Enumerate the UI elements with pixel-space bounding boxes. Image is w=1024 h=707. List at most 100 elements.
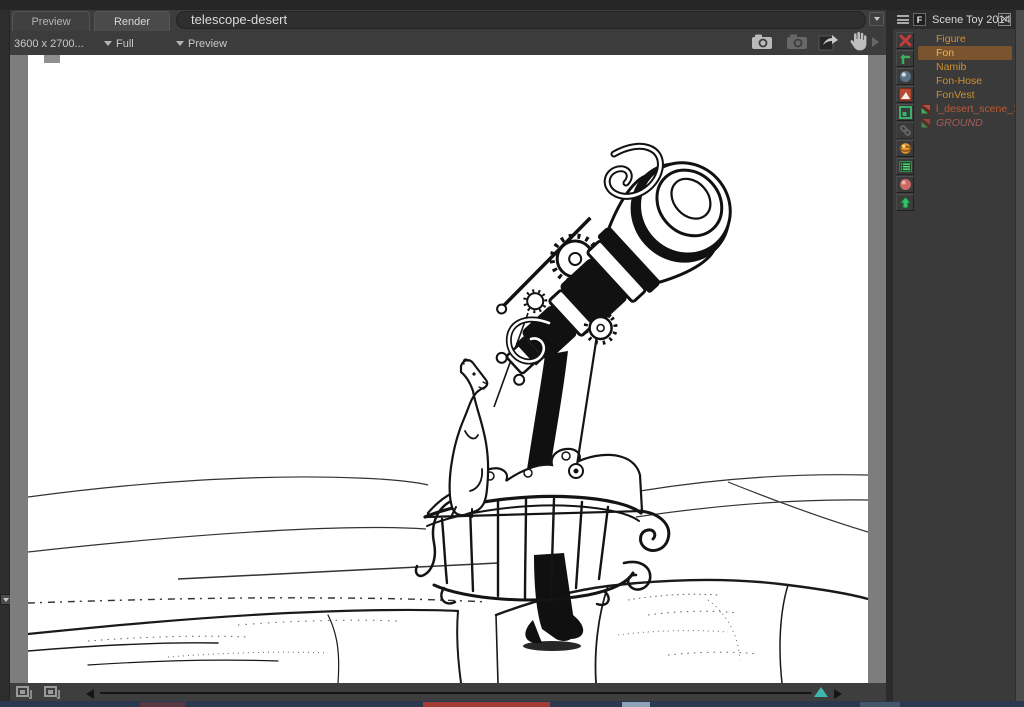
tool-arrow-up-button[interactable] bbox=[896, 194, 914, 211]
right-dock-strip bbox=[1015, 10, 1024, 701]
tool-sphere-ring-button[interactable] bbox=[896, 140, 914, 157]
scene-tool-column bbox=[894, 32, 917, 212]
canvas-corner-box bbox=[44, 55, 60, 63]
delete-x-icon bbox=[899, 34, 912, 47]
camera-disabled-icon bbox=[786, 33, 808, 50]
scene-item-desert-scene[interactable]: l_desert_scene_1 bbox=[918, 102, 1012, 116]
taskbar-segment-red-dim bbox=[140, 702, 185, 707]
corner-arrow-icon bbox=[899, 52, 912, 65]
tool-list-button[interactable] bbox=[896, 158, 914, 175]
window-shadow bbox=[57, 690, 60, 699]
preview-mode-dropdown[interactable]: Preview bbox=[176, 37, 227, 50]
chevron-down-icon bbox=[874, 17, 880, 21]
render-camera-button[interactable] bbox=[750, 31, 774, 51]
scene-item-label: FonVest bbox=[936, 89, 975, 101]
toolbar-next-arrow[interactable] bbox=[872, 37, 879, 47]
close-icon[interactable]: ✕ bbox=[998, 13, 1011, 26]
scene-item-label: Fon bbox=[936, 47, 954, 59]
layout-single-view-button[interactable] bbox=[16, 686, 33, 699]
scene-item-namib[interactable]: Namib bbox=[918, 60, 1012, 74]
canvas-left-scroll-strip[interactable] bbox=[10, 55, 28, 683]
tab-preview-label: Preview bbox=[31, 16, 70, 28]
actor-ball-icon bbox=[921, 62, 931, 72]
image-mountain-icon bbox=[899, 88, 912, 101]
tool-link-button-disabled bbox=[896, 122, 914, 139]
frame-icon bbox=[899, 106, 912, 119]
tab-render-label: Render bbox=[114, 16, 150, 28]
window-dropdown-icon bbox=[44, 686, 57, 697]
tool-delete-button[interactable] bbox=[896, 32, 914, 49]
resolution-label: 3600 x 2700... bbox=[14, 37, 84, 50]
scene-item-fon-hose[interactable]: Fon-Hose bbox=[918, 74, 1012, 88]
foreground-rocks bbox=[28, 580, 868, 683]
window-top-strip bbox=[0, 0, 1024, 10]
meerkat-creature bbox=[416, 359, 488, 576]
export-button[interactable] bbox=[816, 31, 840, 51]
actor-ball-icon bbox=[921, 34, 931, 44]
taskbar-segment-light bbox=[622, 702, 650, 707]
tool-image-button[interactable] bbox=[896, 86, 914, 103]
desert-dunes bbox=[28, 475, 868, 603]
scene-panel: F Scene Toy 2014 ✕ bbox=[893, 10, 1015, 701]
sphere-ring-icon bbox=[899, 142, 912, 155]
zoom-mode-label: Full bbox=[116, 38, 134, 50]
image-plane-dim-icon bbox=[921, 118, 931, 128]
chevron-down-icon bbox=[176, 41, 184, 46]
link-icon bbox=[899, 124, 912, 137]
tab-render[interactable]: Render bbox=[94, 11, 170, 31]
prop-disc-icon bbox=[921, 76, 931, 86]
chevron-down-icon bbox=[104, 41, 112, 46]
window-icon bbox=[16, 686, 29, 697]
scene-item-fon[interactable]: Fon bbox=[918, 46, 1012, 60]
render-artwork bbox=[28, 55, 868, 683]
image-plane-icon bbox=[921, 104, 931, 114]
window-shadow bbox=[29, 690, 32, 699]
app-f-icon: F bbox=[913, 13, 926, 26]
scroll-right-arrow[interactable] bbox=[834, 689, 842, 699]
camera-icon bbox=[751, 33, 773, 50]
panel-divider[interactable] bbox=[886, 10, 893, 701]
scene-item-label: l_desert_scene_1 bbox=[936, 103, 1019, 115]
scene-item-fonvest[interactable]: FonVest bbox=[918, 88, 1012, 102]
scene-item-label: Fon-Hose bbox=[936, 75, 982, 87]
chevron-down-icon bbox=[3, 598, 9, 602]
scroll-left-arrow[interactable] bbox=[86, 689, 94, 699]
scene-item-figure[interactable]: Figure bbox=[918, 32, 1012, 46]
scene-item-list: Figure Fon Namib Fon-Hose FonVest l_dese… bbox=[918, 32, 1012, 130]
menu-icon[interactable] bbox=[897, 15, 909, 24]
render-canvas[interactable] bbox=[28, 55, 868, 683]
tool-sphere-button[interactable] bbox=[896, 68, 914, 85]
tool-sphere-pink-button[interactable] bbox=[896, 176, 914, 193]
scene-item-label: Namib bbox=[936, 61, 966, 73]
layout-split-view-button[interactable] bbox=[44, 686, 61, 699]
scene-panel-header: F Scene Toy 2014 ✕ bbox=[893, 10, 1015, 29]
taskbar-sliver bbox=[0, 701, 1024, 707]
timeline-scroll-thumb[interactable] bbox=[814, 687, 828, 697]
prop-disc-icon bbox=[921, 90, 931, 100]
taskbar-segment-red bbox=[423, 702, 550, 707]
list-icon bbox=[899, 160, 912, 173]
timeline-scroll-track[interactable] bbox=[100, 692, 812, 694]
canvas-right-scroll-strip[interactable] bbox=[868, 55, 886, 683]
pan-hand-icon bbox=[848, 31, 867, 51]
tool-frame-button[interactable] bbox=[896, 104, 914, 121]
render-camera2-button-disabled bbox=[785, 31, 809, 51]
tool-enter-group-button[interactable] bbox=[896, 50, 914, 67]
export-arrow-icon bbox=[818, 32, 839, 51]
preview-mode-label: Preview bbox=[188, 38, 227, 50]
zoom-mode-dropdown[interactable]: Full bbox=[104, 37, 134, 50]
pink-sphere-icon bbox=[899, 178, 912, 191]
scene-item-ground[interactable]: GROUND bbox=[918, 116, 1012, 130]
scene-item-label: GROUND bbox=[936, 117, 983, 129]
title-dropdown-button[interactable] bbox=[869, 12, 884, 26]
rock-texture bbox=[88, 594, 758, 660]
actor-ball-icon bbox=[921, 48, 931, 58]
tab-preview[interactable]: Preview bbox=[12, 11, 90, 31]
arrow-up-icon bbox=[899, 196, 912, 209]
render-title-input[interactable] bbox=[176, 11, 866, 29]
pan-tool-button[interactable] bbox=[845, 31, 869, 51]
scene-item-label: Figure bbox=[936, 33, 966, 45]
sphere-icon bbox=[899, 70, 912, 83]
taskbar-segment-gray bbox=[860, 702, 900, 707]
steampunk-telescope bbox=[465, 134, 752, 411]
